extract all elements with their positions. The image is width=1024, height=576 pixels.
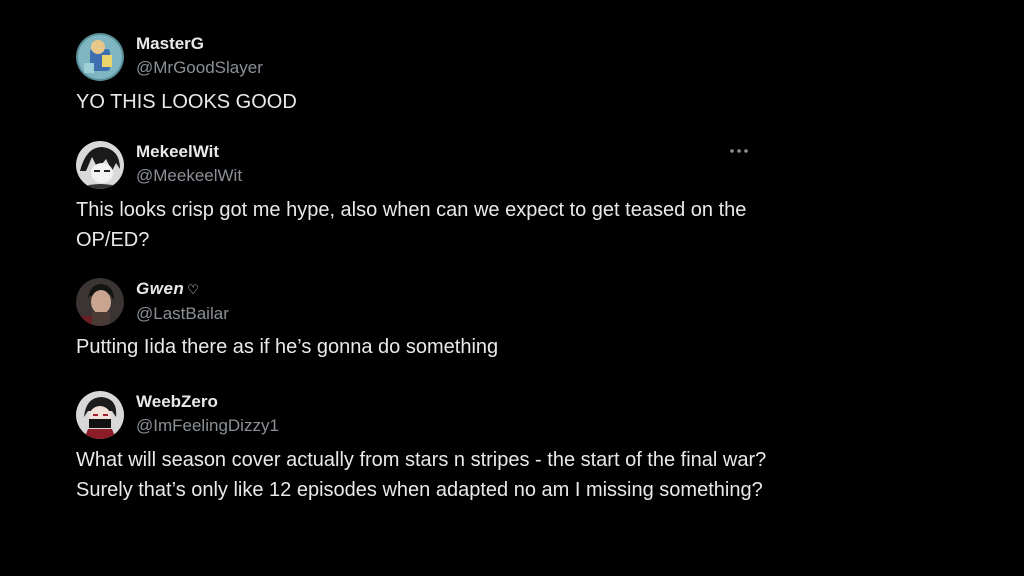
display-name[interactable]: Gwen ♡ <box>136 278 229 301</box>
post-text: What will season cover actually from sta… <box>76 449 767 501</box>
display-name[interactable]: MasterG <box>136 33 263 55</box>
display-name[interactable]: WeebZero <box>136 391 279 413</box>
post-lastbailar[interactable]: Gwen ♡ @LastBailar Putting Iida there as … <box>76 278 776 362</box>
post-header: MasterG @MrGoodSlayer <box>76 33 776 83</box>
user-handle[interactable]: @LastBailar <box>136 303 229 325</box>
user-handle[interactable]: @MeekeelWit <box>136 165 242 187</box>
post-text: This looks crisp got me hype, also when … <box>76 199 747 251</box>
gwen-avatar-icon[interactable] <box>76 278 124 326</box>
weebzero-avatar-icon[interactable] <box>76 391 124 439</box>
post-meekeelwit[interactable]: MekeelWit @MeekeelWit This looks crisp g… <box>76 141 776 255</box>
mekeelwit-avatar-icon[interactable] <box>76 141 124 189</box>
post-names: Gwen ♡ @LastBailar <box>136 278 229 325</box>
masterg-avatar-icon[interactable] <box>76 33 124 81</box>
user-handle[interactable]: @ImFeelingDizzy1 <box>136 415 279 437</box>
post-text: Putting Iida there as if he’s gonna do s… <box>76 336 499 358</box>
post-header: WeebZero @ImFeelingDizzy1 <box>76 391 776 441</box>
user-handle[interactable]: @MrGoodSlayer <box>136 57 263 79</box>
post-header: MekeelWit @MeekeelWit <box>76 141 776 191</box>
display-name-text: Gwen <box>136 279 185 298</box>
post-header: Gwen ♡ @LastBailar <box>76 278 776 328</box>
display-name[interactable]: MekeelWit <box>136 141 242 163</box>
post-names: MekeelWit @MeekeelWit <box>136 141 242 187</box>
post-names: MasterG @MrGoodSlayer <box>136 33 263 79</box>
post-mastergoodslayer[interactable]: MasterG @MrGoodSlayer YO THIS LOOKS GOOD <box>76 33 776 117</box>
post-text: YO THIS LOOKS GOOD <box>76 91 297 113</box>
reply-feed: MasterG @MrGoodSlayer YO THIS LOOKS GOOD… <box>0 0 1024 576</box>
heart-emoji: ♡ <box>187 282 200 297</box>
post-names: WeebZero @ImFeelingDizzy1 <box>136 391 279 437</box>
post-imfeelingdizzy1[interactable]: WeebZero @ImFeelingDizzy1 What will seas… <box>76 391 776 505</box>
more-horizontal-icon[interactable] <box>727 141 751 157</box>
